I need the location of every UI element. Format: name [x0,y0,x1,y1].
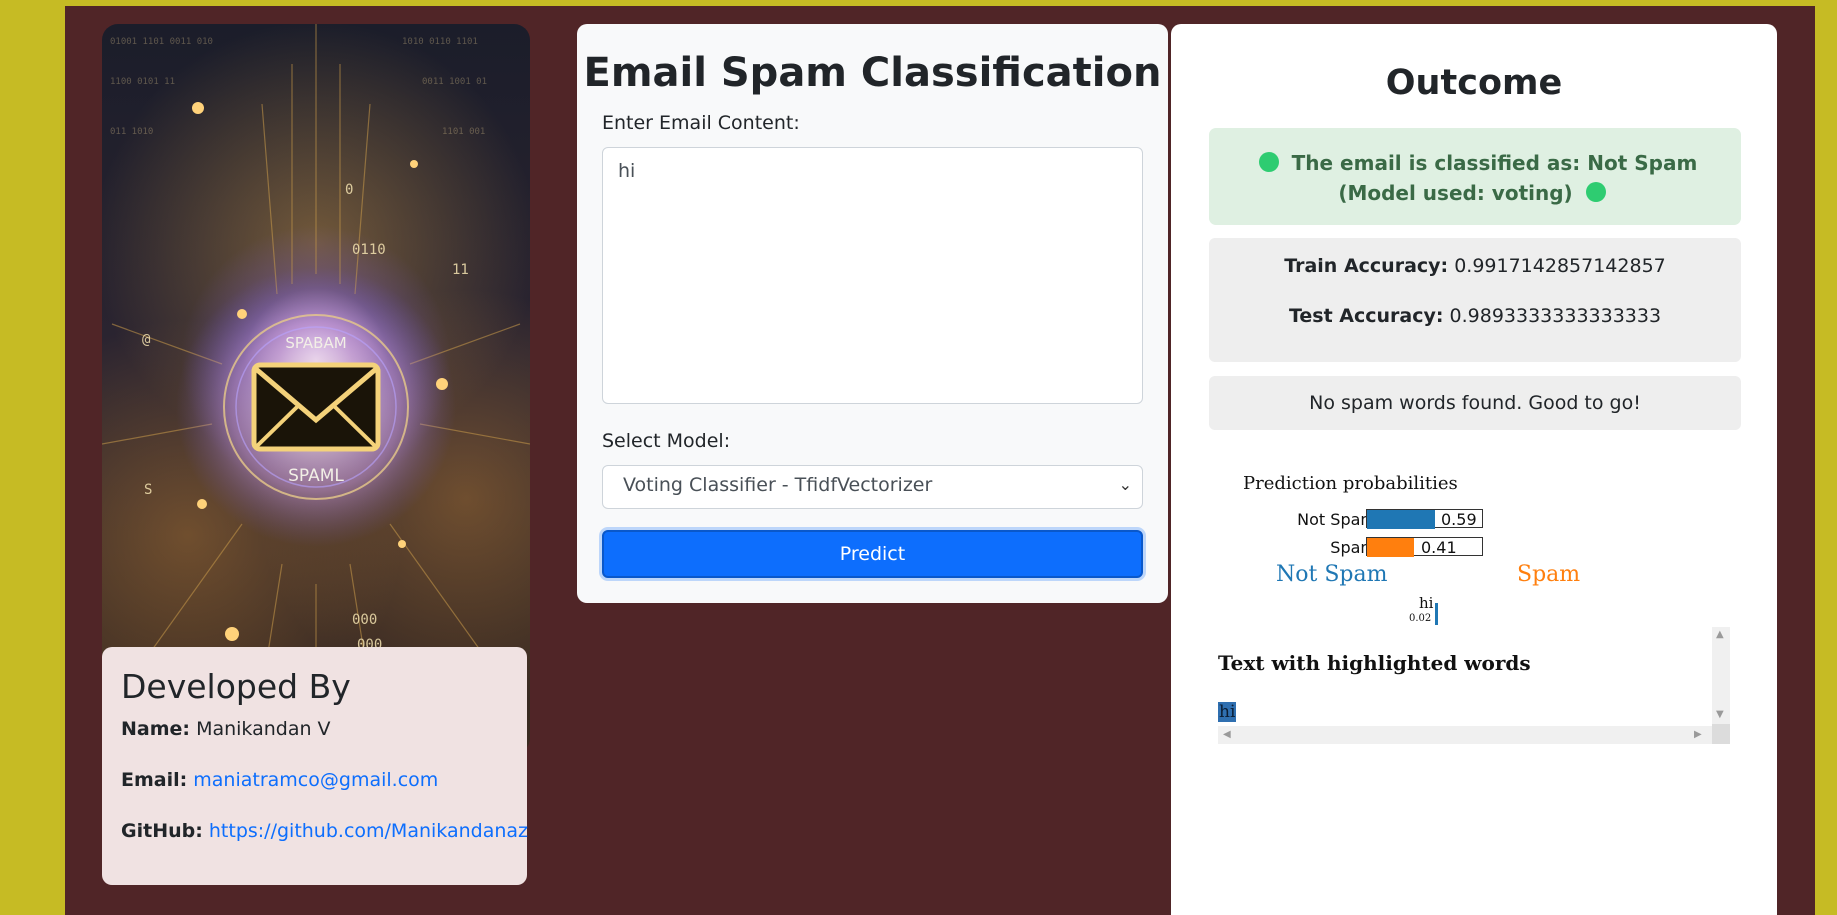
developer-email-row: Email: maniatramco@gmail.com [121,769,508,791]
github-link[interactable]: https://github.com/Manikandanaz [209,820,528,842]
scroll-up-icon[interactable]: ▲ [1716,629,1724,640]
prob-value-spam: 0.41 [1421,538,1457,557]
prob-bar-spam [1367,538,1414,557]
svg-text:@: @ [142,332,151,348]
svg-text:01001 1101 0011 010: 01001 1101 0011 010 [110,37,213,47]
feature-weight-bar [1435,603,1438,625]
github-label: GitHub: [121,820,203,842]
vertical-scrollbar[interactable]: ▲ ▼ [1712,627,1730,724]
svg-text:0110: 0110 [352,242,386,258]
svg-text:011 1010: 011 1010 [110,127,153,137]
model-label: Select Model: [602,430,731,452]
model-select[interactable]: Voting Classifier - TfidfVectorizer ⌄ [602,465,1143,509]
svg-text:1010 0110 1101: 1010 0110 1101 [402,37,478,47]
scroll-down-icon[interactable]: ▼ [1716,709,1724,720]
horizontal-scrollbar[interactable]: ◀ ▶ [1218,726,1712,744]
developer-name-row: Name: Manikandan V [121,718,508,740]
highlighted-word: hi [1218,702,1237,722]
svg-text:S: S [144,482,152,498]
highlighted-text-title: Text with highlighted words [1218,651,1531,675]
email-label: Email: [121,769,188,791]
classification-form-card: Email Spam Classification Enter Email Co… [577,24,1168,603]
svg-text:0: 0 [345,182,353,198]
prob-bar-not-spam [1367,510,1435,529]
spam-illustration-image: 01001 1101 0011 010 1010 0110 1101 1100 … [102,24,530,754]
image-text-top: SPABAM [285,334,346,352]
email-link[interactable]: maniatramco@gmail.com [193,769,438,791]
prob-label-spam: Spam [1330,538,1376,557]
svg-text:1100 0101 11: 1100 0101 11 [110,77,175,87]
prob-value-not-spam: 0.59 [1441,510,1477,529]
svg-text:11: 11 [452,262,469,278]
scroll-left-icon[interactable]: ◀ [1223,729,1231,740]
outcome-card: Outcome The email is classified as: Not … [1171,24,1777,915]
svg-text:000: 000 [352,612,377,628]
developer-github-row: GitHub: https://github.com/Manikandanaz [121,820,528,842]
image-text-bottom: SPAML [288,466,344,486]
predict-button[interactable]: Predict [602,530,1143,578]
highlighted-text-frame[interactable]: Text with highlighted words hi ▲ ▼ ◀ ▶ [1218,627,1730,744]
feature-weight: 0.02 [1409,613,1432,624]
class-label-not-spam: Not Spam [1276,562,1388,587]
feature-word: hi [1419,594,1434,612]
class-label-spam: Spam [1517,562,1581,587]
developer-card: Developed By Name: Manikandan V Email: m… [102,647,528,885]
developer-heading: Developed By [121,667,351,706]
scroll-right-icon[interactable]: ▶ [1694,729,1702,740]
name-label: Name: [121,718,191,740]
svg-text:0011 1001 01: 0011 1001 01 [422,77,487,87]
chevron-down-icon: ⌄ [1118,475,1132,494]
circuit-envelope-art: 01001 1101 0011 010 1010 0110 1101 1100 … [102,24,530,754]
email-content-textarea[interactable]: hi [602,147,1143,404]
prob-label-not-spam: Not Spam [1297,510,1376,529]
model-select-value: Voting Classifier - TfidfVectorizer [623,474,933,496]
scrollbar-corner [1712,724,1730,744]
svg-text:1101 001: 1101 001 [442,127,485,137]
form-title: Email Spam Classification [583,50,1162,96]
email-content-label: Enter Email Content: [602,112,800,134]
probabilities-title: Prediction probabilities [1243,473,1458,494]
name-value: Manikandan V [196,718,331,740]
